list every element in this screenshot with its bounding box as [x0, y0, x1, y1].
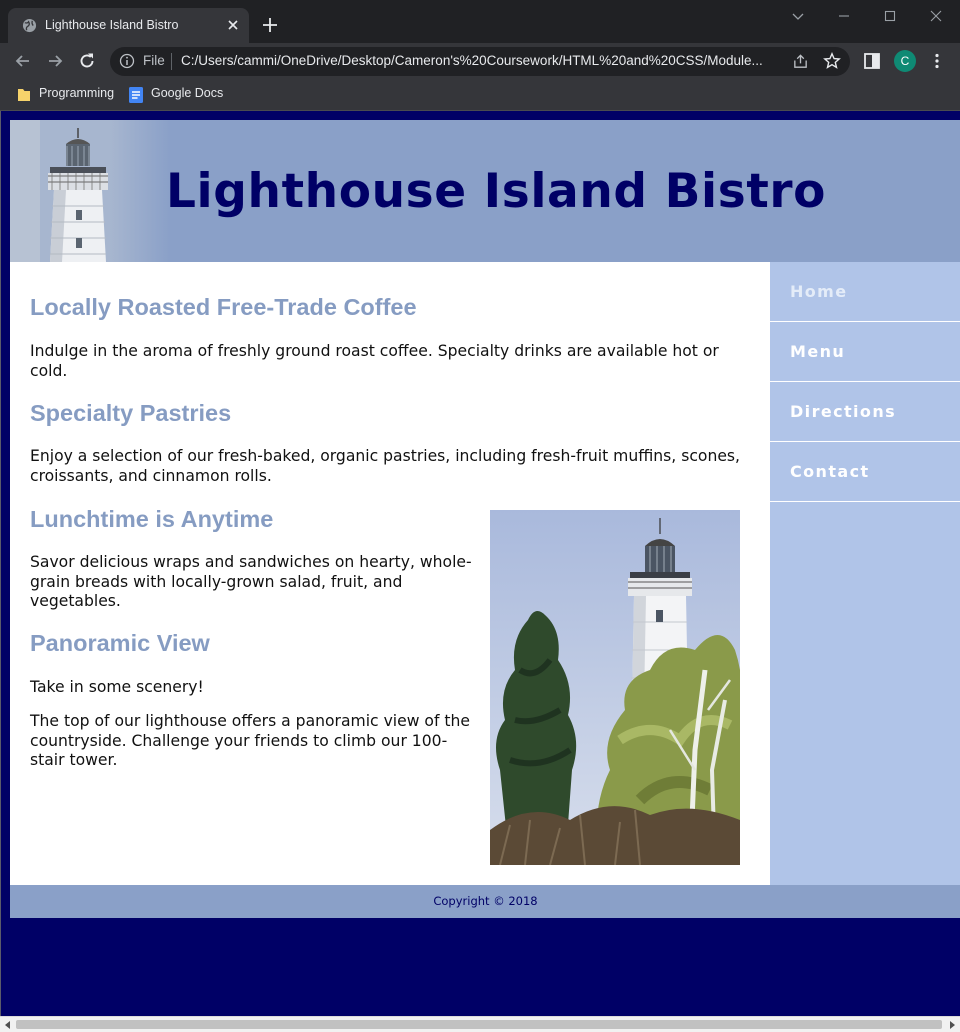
docs-icon	[129, 87, 143, 103]
window-close-icon[interactable]	[926, 6, 946, 26]
section-heading-view: Panoramic View	[30, 630, 210, 656]
bookmark-label: Programming	[39, 86, 115, 100]
horizontal-scrollbar[interactable]	[0, 1016, 960, 1032]
back-icon[interactable]	[13, 51, 33, 71]
section-text-coffee: Indulge in the aroma of freshly ground r…	[30, 342, 719, 380]
reload-icon[interactable]	[77, 51, 97, 71]
section-text-view-detail: The top of our lighthouse offers a panor…	[30, 712, 471, 769]
site-wrapper: Lighthouse Island Bistro Home Menu Direc…	[10, 120, 960, 918]
browser-tab[interactable]: Lighthouse Island Bistro	[8, 8, 249, 43]
lighthouse-banner-image	[10, 120, 170, 262]
site-nav: Home Menu Directions Contact	[770, 262, 960, 502]
info-icon[interactable]	[119, 53, 135, 69]
section-heading-pastries: Specialty Pastries	[30, 400, 232, 426]
star-icon[interactable]	[823, 52, 841, 70]
more-icon[interactable]	[928, 52, 946, 70]
side-panel-icon[interactable]	[862, 52, 882, 70]
url-text[interactable]: C:/Users/cammi/OneDrive/Desktop/Cameron'…	[181, 53, 781, 68]
tab-strip: Lighthouse Island Bistro	[0, 0, 960, 43]
folder-icon	[18, 89, 30, 101]
browser-toolbar: File C:/Users/cammi/OneDrive/Desktop/Cam…	[0, 43, 960, 79]
lighthouse-photo	[490, 510, 740, 865]
address-bar[interactable]: File C:/Users/cammi/OneDrive/Desktop/Cam…	[110, 47, 850, 76]
section-text-lunch: Savor delicious wraps and sandwiches on …	[30, 553, 472, 610]
share-icon[interactable]	[792, 53, 809, 70]
nav-link-contact[interactable]: Contact	[770, 442, 960, 502]
page-viewport: Lighthouse Island Bistro Home Menu Direc…	[0, 111, 960, 1016]
nav-link-home[interactable]: Home	[770, 262, 960, 322]
url-scheme-label: File	[143, 53, 165, 68]
globe-icon	[22, 18, 37, 33]
section-heading-lunch: Lunchtime is Anytime	[30, 506, 274, 532]
profile-avatar[interactable]: C	[894, 50, 916, 72]
site-header: Lighthouse Island Bistro	[10, 120, 960, 262]
minimize-icon[interactable]	[834, 6, 854, 26]
scroll-right-icon[interactable]	[947, 1020, 957, 1030]
close-icon[interactable]	[224, 16, 242, 34]
scrollbar-thumb[interactable]	[16, 1020, 942, 1029]
plus-icon[interactable]	[260, 15, 280, 35]
copyright-text: Copyright © 2018	[433, 894, 538, 908]
site-title: Lighthouse Island Bistro	[166, 164, 827, 219]
main-content: Locally Roasted Free-Trade Coffee Indulg…	[10, 262, 770, 885]
scroll-left-icon[interactable]	[3, 1020, 13, 1030]
nav-link-directions[interactable]: Directions	[770, 382, 960, 442]
bookmark-label: Google Docs	[151, 86, 224, 100]
maximize-icon[interactable]	[880, 6, 900, 26]
forward-icon[interactable]	[45, 51, 65, 71]
site-footer: Copyright © 2018	[10, 885, 960, 918]
nav-link-menu[interactable]: Menu	[770, 322, 960, 382]
section-text-view-intro: Take in some scenery!	[30, 678, 204, 696]
bookmarks-bar: Programming Google Docs	[0, 79, 960, 111]
omnibox-divider	[171, 53, 172, 70]
section-text-pastries: Enjoy a selection of our fresh-baked, or…	[30, 447, 741, 485]
section-heading-coffee: Locally Roasted Free-Trade Coffee	[30, 294, 417, 320]
tab-title: Lighthouse Island Bistro	[45, 18, 179, 32]
chevron-down-icon[interactable]	[788, 6, 808, 26]
